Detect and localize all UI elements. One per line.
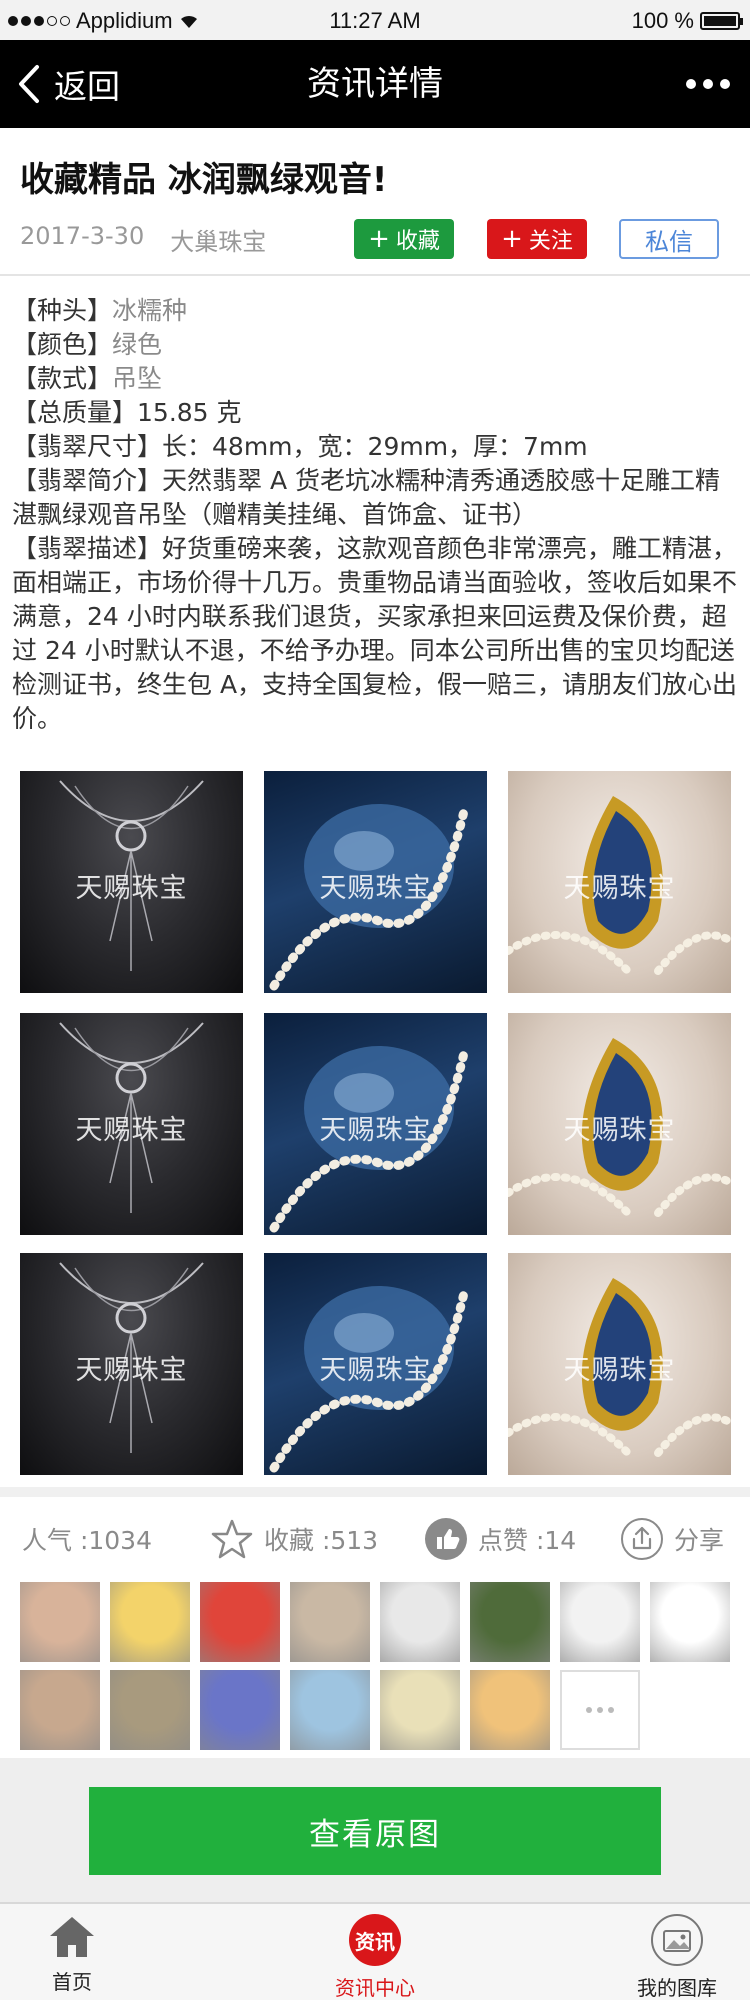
nav-bar: 返回 资讯详情 bbox=[0, 40, 750, 128]
detail-row-weight: 【总质量】15.85 克 bbox=[12, 398, 242, 427]
user-avatar[interactable] bbox=[20, 1670, 100, 1750]
article-date: 2017-3-30 bbox=[20, 222, 145, 250]
user-avatar[interactable] bbox=[110, 1670, 190, 1750]
product-details: 【种头】冰糯种 【颜色】绿色 【款式】吊坠 【总质量】15.85 克 【翡翠尺寸… bbox=[12, 294, 742, 736]
tab-news-label: 资讯中心 bbox=[335, 1976, 415, 2000]
likes-label: 点赞 :14 bbox=[478, 1526, 577, 1555]
gallery-image-ring[interactable]: 天赐珠宝 bbox=[508, 1013, 731, 1235]
plus-icon: + bbox=[501, 224, 523, 254]
user-avatar[interactable] bbox=[380, 1670, 460, 1750]
user-avatar[interactable] bbox=[470, 1582, 550, 1662]
detail-row-style: 【款式】吊坠 bbox=[12, 364, 163, 393]
watermark-text: 天赐珠宝 bbox=[563, 1115, 676, 1146]
watermark-text: 天赐珠宝 bbox=[319, 1115, 432, 1146]
gallery-image-stone[interactable]: 天赐珠宝 bbox=[264, 1013, 487, 1235]
battery-info: 100 % bbox=[631, 8, 743, 34]
plus-icon: + bbox=[368, 224, 390, 254]
popularity-stat: 人气 :1034 bbox=[22, 1512, 152, 1566]
article-source[interactable]: 大巢珠宝 bbox=[170, 222, 266, 257]
detail-row-color: 【颜色】绿色 bbox=[12, 330, 163, 359]
favorite-button[interactable]: + 收藏 bbox=[354, 219, 454, 259]
gallery-image-stone[interactable]: 天赐珠宝 bbox=[264, 771, 487, 993]
favorite-label: 收藏 bbox=[395, 229, 440, 254]
share-label: 分享 bbox=[674, 1526, 725, 1555]
watermark-text: 天赐珠宝 bbox=[563, 1355, 676, 1386]
watermark-text: 天赐珠宝 bbox=[75, 1115, 188, 1146]
share-icon bbox=[621, 1518, 663, 1560]
status-bar: Applidium 11:27 AM 100 % bbox=[0, 0, 750, 40]
detail-row-size: 【翡翠尺寸】长：48mm，宽：29mm，厚：7mm bbox=[12, 432, 588, 461]
popularity-label: 人气 :1034 bbox=[22, 1526, 152, 1555]
divider bbox=[0, 274, 750, 276]
home-icon bbox=[50, 1917, 94, 1957]
follow-label: 关注 bbox=[528, 229, 573, 254]
view-original-button[interactable]: 查看原图 bbox=[89, 1787, 661, 1875]
favorites-label: 收藏 :513 bbox=[264, 1526, 379, 1555]
tab-gallery-label: 我的图库 bbox=[637, 1976, 717, 2000]
tab-bar: 首页 资讯 资讯中心 我的图库 bbox=[0, 1902, 750, 2000]
page-title: 资讯详情 bbox=[307, 64, 443, 104]
watermark-text: 天赐珠宝 bbox=[319, 873, 432, 904]
tab-news[interactable]: 资讯 资讯中心 bbox=[300, 1914, 450, 2000]
watermark-text: 天赐珠宝 bbox=[563, 873, 676, 904]
more-users-button[interactable] bbox=[560, 1670, 640, 1750]
tab-home[interactable]: 首页 bbox=[0, 1914, 147, 1995]
gallery-image-ring[interactable]: 天赐珠宝 bbox=[508, 771, 731, 993]
watermark-text: 天赐珠宝 bbox=[319, 1355, 432, 1386]
gallery-image-necklace[interactable]: 天赐珠宝 bbox=[20, 771, 243, 993]
battery-icon bbox=[700, 12, 743, 30]
user-avatar[interactable] bbox=[290, 1582, 370, 1662]
user-avatar[interactable] bbox=[560, 1582, 640, 1662]
news-icon: 资讯 bbox=[349, 1914, 401, 1966]
message-label: 私信 bbox=[645, 227, 693, 256]
user-avatar[interactable] bbox=[470, 1670, 550, 1750]
article-meta: 2017-3-30 大巢珠宝 bbox=[20, 222, 266, 257]
watermark-text: 天赐珠宝 bbox=[75, 873, 188, 904]
gallery-image-necklace[interactable]: 天赐珠宝 bbox=[20, 1013, 243, 1235]
tab-home-label: 首页 bbox=[52, 1970, 92, 1994]
stats-bar: 人气 :1034 收藏 :513 点赞 :14 分享 bbox=[0, 1512, 750, 1566]
user-avatar[interactable] bbox=[20, 1582, 100, 1662]
gallery-image-necklace[interactable]: 天赐珠宝 bbox=[20, 1253, 243, 1475]
detail-row-description: 【翡翠描述】好货重磅来袭，这款观音颜色非常漂亮，雕工精湛，面相端正，市场价得十几… bbox=[12, 534, 738, 733]
user-avatar[interactable] bbox=[110, 1582, 190, 1662]
user-avatar[interactable] bbox=[650, 1582, 730, 1662]
follow-button[interactable]: + 关注 bbox=[487, 219, 587, 259]
article-title: 收藏精品 冰润飘绿观音! bbox=[20, 160, 388, 200]
star-icon bbox=[211, 1519, 253, 1559]
message-button[interactable]: 私信 bbox=[619, 219, 719, 259]
more-icon[interactable] bbox=[686, 40, 730, 128]
favorites-stat[interactable]: 收藏 :513 bbox=[210, 1512, 378, 1566]
share-button[interactable]: 分享 bbox=[620, 1512, 724, 1566]
thumbs-up-icon bbox=[425, 1518, 467, 1560]
detail-row-intro: 【翡翠简介】天然翡翠 A 货老坑冰糯种清秀通透胶感十足雕工精湛飘绿观音吊坠（赠精… bbox=[12, 466, 721, 529]
likes-stat[interactable]: 点赞 :14 bbox=[424, 1512, 576, 1566]
user-avatar[interactable] bbox=[380, 1582, 460, 1662]
gallery-image-stone[interactable]: 天赐珠宝 bbox=[264, 1253, 487, 1475]
watermark-text: 天赐珠宝 bbox=[75, 1355, 188, 1386]
user-avatar[interactable] bbox=[200, 1582, 280, 1662]
battery-percent: 100 % bbox=[631, 8, 694, 33]
gallery-icon bbox=[651, 1914, 703, 1966]
gallery-image-ring[interactable]: 天赐珠宝 bbox=[508, 1253, 731, 1475]
detail-row-variety: 【种头】冰糯种 bbox=[12, 296, 188, 325]
user-avatar[interactable] bbox=[200, 1670, 280, 1750]
section-divider bbox=[0, 1487, 750, 1497]
tab-gallery[interactable]: 我的图库 bbox=[602, 1914, 750, 2000]
user-avatar[interactable] bbox=[290, 1670, 370, 1750]
